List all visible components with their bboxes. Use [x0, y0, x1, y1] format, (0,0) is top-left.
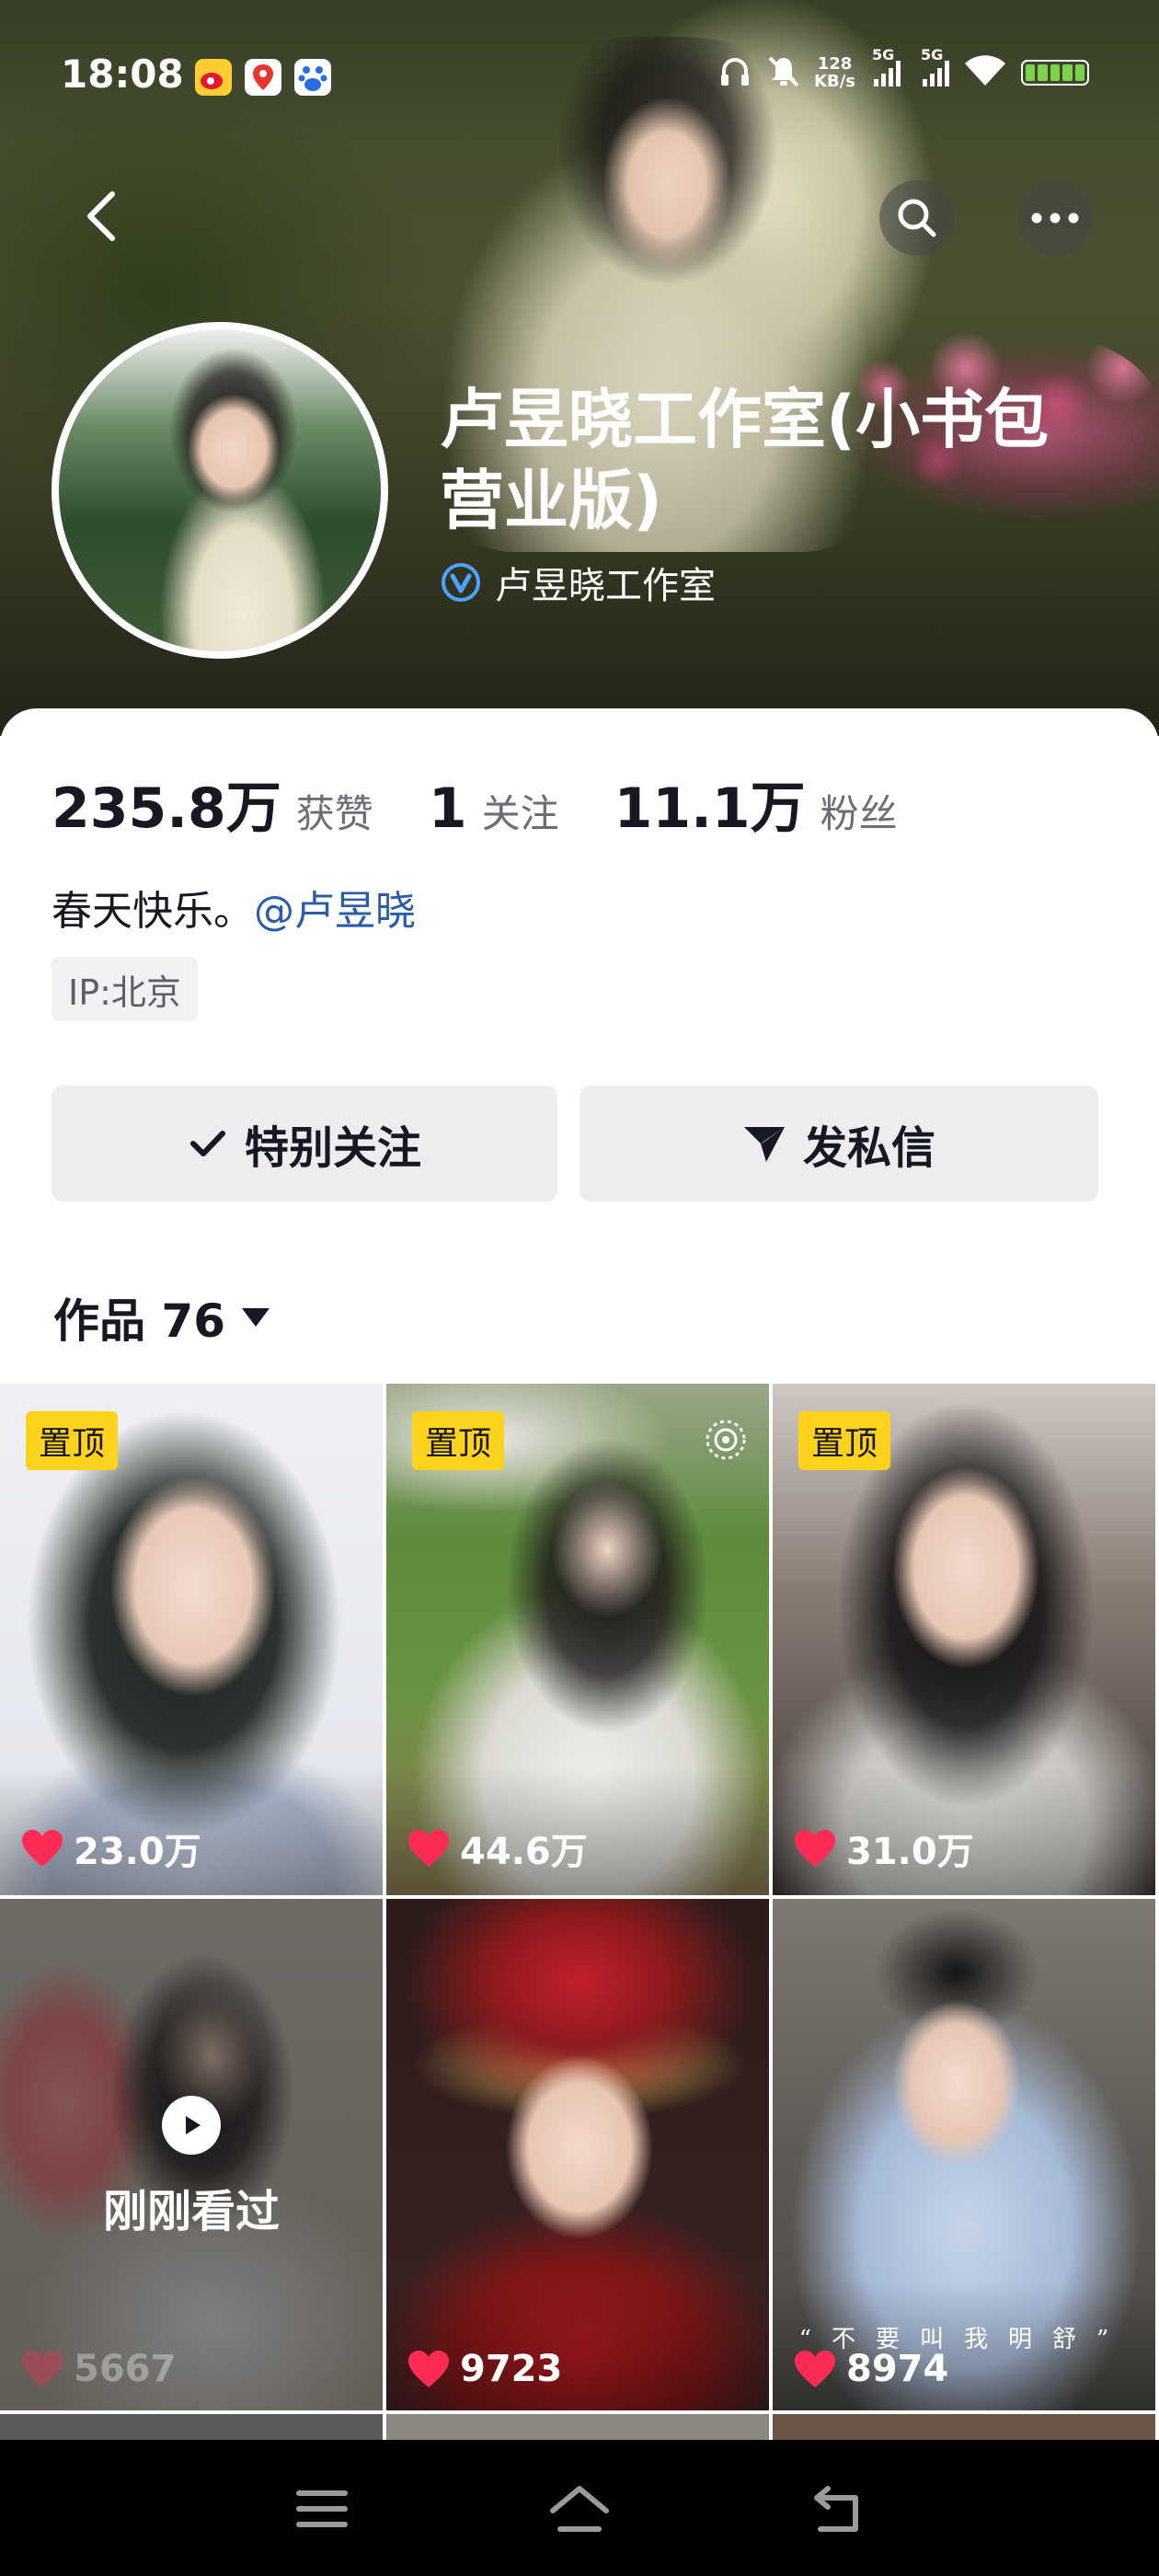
heart-icon — [408, 1830, 449, 1867]
menu-icon — [296, 2490, 348, 2527]
ip-location-tag: IP:北京 — [52, 957, 198, 1021]
video-tile[interactable] — [773, 2414, 1155, 2442]
battery-icon — [1021, 60, 1089, 86]
video-tile[interactable]: 置顶 23.0万 — [0, 1384, 383, 1895]
video-tile[interactable] — [386, 2414, 769, 2442]
menu-nav-button[interactable] — [285, 2477, 359, 2541]
likes-count-text: 44.6万 — [460, 1831, 588, 1873]
following-count[interactable]: 1 — [429, 776, 467, 841]
heart-icon — [408, 2351, 449, 2387]
live-photo-icon — [706, 1420, 746, 1460]
likes-count-text: 5667 — [74, 2348, 177, 2390]
home-nav-button[interactable] — [543, 2477, 616, 2541]
verified-text: 卢昱晓工作室 — [495, 565, 716, 607]
pinned-badge: 置顶 — [798, 1411, 891, 1470]
video-likes: 8974 — [793, 2348, 948, 2390]
play-icon — [162, 2096, 221, 2155]
baidu-icon — [294, 59, 331, 96]
video-tile-recently-viewed[interactable]: 刚刚看过 5667 — [0, 1899, 383, 2410]
video-likes: 44.6万 — [407, 1822, 588, 1875]
video-tile[interactable]: 9723 — [386, 1899, 769, 2410]
bio-mention-link[interactable]: @卢昱晓 — [254, 888, 416, 935]
back-button[interactable] — [74, 184, 129, 248]
heart-icon — [795, 1830, 835, 1867]
mute-icon — [766, 52, 801, 93]
followers-count[interactable]: 11.1万 — [614, 764, 806, 844]
video-tile[interactable]: 置顶 31.0万 — [773, 1384, 1155, 1895]
system-nav-bar — [0, 2440, 1159, 2576]
back-nav-icon — [814, 2486, 858, 2532]
headphones-icon — [717, 52, 753, 93]
dropdown-triangle-icon — [242, 1308, 270, 1327]
map-icon — [245, 59, 281, 96]
video-tile[interactable]: 置顶 44.6万 — [386, 1384, 769, 1895]
video-tile[interactable] — [0, 2414, 383, 2442]
works-tab[interactable]: 作品 76 — [53, 1284, 271, 1351]
heart-icon — [22, 2351, 63, 2387]
likes-count-text: 9723 — [460, 2348, 563, 2390]
likes-count-text: 23.0万 — [74, 1831, 201, 1873]
more-button[interactable] — [1017, 180, 1093, 256]
special-follow-button[interactable]: 特别关注 — [52, 1086, 557, 1202]
video-likes: 31.0万 — [793, 1822, 974, 1875]
search-button[interactable] — [879, 180, 955, 256]
status-bar: 18:08 128 KB/s 5G 5G — [0, 0, 1159, 101]
followers-label[interactable]: 粉丝 — [820, 783, 898, 839]
signal-icon: 5G — [872, 46, 901, 86]
likes-label[interactable]: 获赞 — [296, 783, 373, 839]
profile-name: 卢昱晓工作室(小书包营业版) — [440, 382, 1049, 538]
likes-count[interactable]: 235.8万 — [52, 764, 281, 844]
recently-viewed-label: 刚刚看过 — [102, 2186, 280, 2237]
heart-icon — [22, 1830, 63, 1867]
status-time: 18:08 — [61, 52, 184, 97]
more-icon — [1031, 213, 1079, 224]
following-label[interactable]: 关注 — [482, 783, 559, 839]
likes-count-text: 31.0万 — [846, 1831, 974, 1873]
profile-stats: 235.8万 获赞 1 关注 11.1万 粉丝 — [52, 764, 898, 844]
send-message-button[interactable]: 发私信 — [580, 1086, 1098, 1202]
pinned-badge: 置顶 — [26, 1411, 119, 1470]
video-likes: 23.0万 — [20, 1822, 201, 1875]
video-likes: 5667 — [20, 2348, 176, 2390]
net-speed: 128 KB/s — [814, 54, 855, 91]
weibo-icon — [195, 59, 232, 96]
verified-row: 卢昱晓工作室 — [440, 556, 716, 609]
video-likes: 9723 — [407, 2348, 562, 2390]
bio-text: 春天快乐。 — [52, 888, 254, 935]
send-message-label: 发私信 — [802, 1122, 935, 1174]
verified-badge-icon — [442, 563, 480, 602]
wifi-icon — [962, 52, 1008, 93]
home-icon — [550, 2486, 609, 2532]
check-icon — [189, 1131, 225, 1156]
special-follow-label: 特别关注 — [244, 1122, 421, 1174]
search-icon — [898, 199, 936, 237]
likes-count-text: 8974 — [846, 2348, 949, 2390]
send-message-icon — [743, 1127, 785, 1162]
signal-icon: 5G — [921, 46, 949, 86]
heart-icon — [795, 2351, 835, 2387]
works-tab-label: 作品 76 — [53, 1294, 225, 1348]
video-tile[interactable]: “不要叫我明舒” 8974 — [773, 1899, 1155, 2410]
back-nav-button[interactable] — [800, 2477, 874, 2541]
pinned-badge: 置顶 — [412, 1411, 505, 1470]
back-arrow-icon — [87, 191, 115, 241]
avatar[interactable] — [52, 322, 388, 659]
bio: 春天快乐。@卢昱晓 — [52, 878, 416, 937]
